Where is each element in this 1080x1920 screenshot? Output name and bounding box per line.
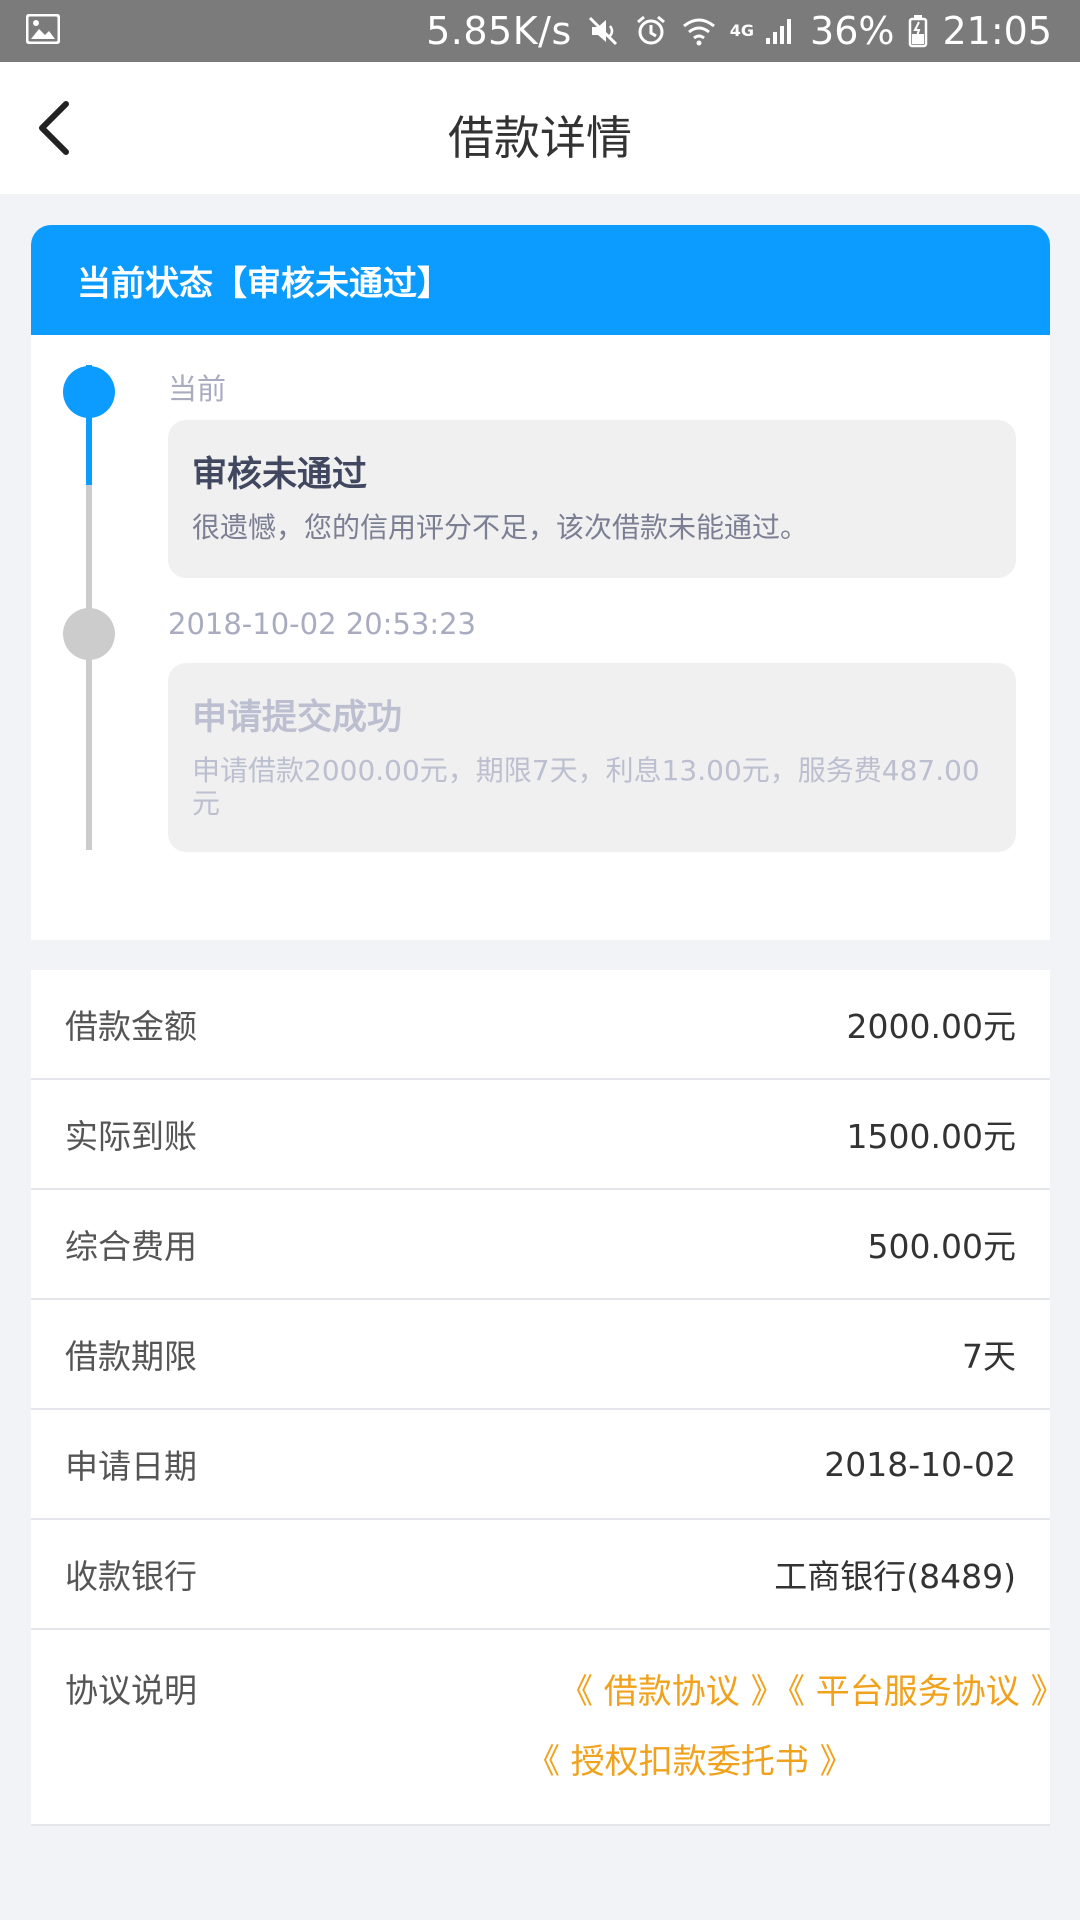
net-speed: 5.85K/s	[426, 9, 572, 53]
battery-percent: 36%	[810, 9, 895, 53]
agreement-row: 协议说明 《 借款协议 》 《 平台服务协议 》 《 授权扣款委托书 》	[31, 1630, 1065, 1826]
detail-value: 500.00元	[867, 1227, 1016, 1266]
detail-label: 综合费用	[65, 1227, 197, 1266]
page-title: 借款详情	[448, 111, 632, 165]
detail-value: 2018-10-02	[824, 1444, 1016, 1484]
mute-icon	[588, 16, 617, 46]
battery-icon	[909, 15, 928, 48]
network-type: 4G	[729, 21, 755, 40]
detail-row-amount: 借款金额 2000.00元	[31, 970, 1050, 1080]
detail-value: 7天	[962, 1337, 1016, 1376]
detail-label: 借款期限	[65, 1337, 197, 1376]
step-time: 当前	[168, 372, 227, 406]
detail-value: 工商银行(8489)	[774, 1557, 1016, 1596]
timeline-dot-past	[63, 608, 115, 660]
step-card-past: 申请提交成功 申请借款2000.00元，期限7天，利息13.00元，服务费487…	[168, 663, 1016, 852]
detail-row-bank: 收款银行 工商银行(8489)	[31, 1520, 1050, 1630]
detail-row-received: 实际到账 1500.00元	[31, 1080, 1050, 1190]
detail-row-fee: 综合费用 500.00元	[31, 1190, 1050, 1300]
step-time: 2018-10-02 20:53:23	[168, 607, 476, 641]
image-icon	[26, 14, 60, 44]
agreement-label: 协议说明	[65, 1671, 197, 1710]
step-title: 审核未通过	[192, 455, 368, 495]
detail-value: 1500.00元	[846, 1117, 1016, 1156]
clock: 21:05	[942, 9, 1052, 53]
detail-row-term: 借款期限 7天	[31, 1300, 1050, 1410]
step-card-current: 审核未通过 很遗憾，您的信用评分不足，该次借款未能通过。	[168, 420, 1016, 578]
detail-row-date: 申请日期 2018-10-02	[31, 1410, 1050, 1520]
step-title: 申请提交成功	[192, 698, 403, 738]
detail-label: 申请日期	[65, 1447, 197, 1486]
wifi-icon	[682, 18, 715, 46]
deduction-authorization-link[interactable]: 《 授权扣款委托书 》	[526, 1734, 854, 1783]
platform-service-agreement-link[interactable]: 《 平台服务协议 》	[771, 1664, 1065, 1713]
detail-label: 实际到账	[65, 1117, 197, 1156]
status-card: 当前状态【审核未通过】 当前 审核未通过 很遗憾，您的信用评分不足，该次借款未能…	[31, 225, 1050, 940]
signal-icon	[766, 19, 792, 44]
detail-value: 2000.00元	[846, 1007, 1016, 1046]
timeline-dot-current	[63, 366, 115, 418]
app-header: 借款详情	[0, 62, 1080, 194]
status-bar: 5.85K/s 4G 36% 21:05	[0, 0, 1080, 62]
status-heading: 当前状态【审核未通过】	[31, 225, 1050, 335]
alarm-icon	[636, 15, 665, 45]
loan-detail-list: 借款金额 2000.00元 实际到账 1500.00元 综合费用 500.00元…	[31, 970, 1065, 1826]
detail-label: 收款银行	[65, 1557, 197, 1596]
detail-label: 借款金额	[65, 1007, 197, 1046]
timeline-inactive-line	[86, 485, 92, 850]
step-desc: 很遗憾，您的信用评分不足，该次借款未能通过。	[192, 511, 809, 544]
step-desc: 申请借款2000.00元，期限7天，利息13.00元，服务费487.00元	[192, 754, 980, 820]
loan-agreement-link[interactable]: 《 借款协议 》	[559, 1664, 785, 1713]
